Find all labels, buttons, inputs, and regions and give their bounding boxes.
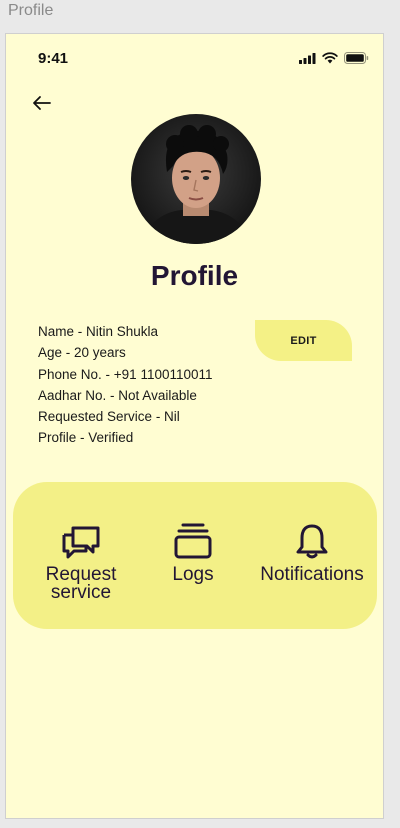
- request-service-button[interactable]: Request service: [41, 522, 121, 602]
- signal-icon: [299, 52, 316, 64]
- bell-icon: [296, 524, 328, 559]
- back-button[interactable]: [30, 91, 54, 115]
- battery-icon: [344, 52, 369, 64]
- phone-screen: 9:41 Profile Name - Nitin Shukla Age - 2…: [5, 33, 384, 819]
- status-icons: [299, 52, 369, 64]
- status-time: 9:41: [38, 50, 69, 67]
- profile-name: Name - Nitin Shukla: [38, 324, 159, 339]
- profile-photo: [131, 114, 261, 244]
- window-title: Profile: [8, 2, 54, 19]
- request-label-line2: service: [50, 582, 112, 603]
- chat-bubbles-icon: [62, 526, 100, 559]
- profile-info: Name - Nitin Shukla Age - 20 years Phone…: [38, 321, 213, 449]
- archive-tray-icon: [174, 523, 212, 559]
- profile-age: Age - 20 years: [38, 345, 126, 361]
- arrow-left-icon: [33, 96, 51, 110]
- wifi-icon: [322, 52, 338, 64]
- edit-button[interactable]: EDIT: [255, 320, 352, 361]
- avatar: [131, 114, 261, 244]
- notifications-button[interactable]: Notifications: [253, 522, 371, 584]
- notifications-label: Notifications: [260, 564, 364, 585]
- profile-requested-service: Requested Service - Nil: [38, 409, 180, 425]
- profile-status: Profile - Verified: [38, 430, 134, 446]
- logs-label: Logs: [172, 564, 214, 585]
- page-title: Profile: [150, 260, 239, 291]
- logs-button[interactable]: Logs: [158, 522, 228, 584]
- action-panel: Request service Logs Notifications: [13, 482, 377, 629]
- profile-aadhar: Aadhar No. - Not Available: [38, 387, 197, 403]
- profile-phone: Phone No. - +91 1100110011: [38, 366, 213, 382]
